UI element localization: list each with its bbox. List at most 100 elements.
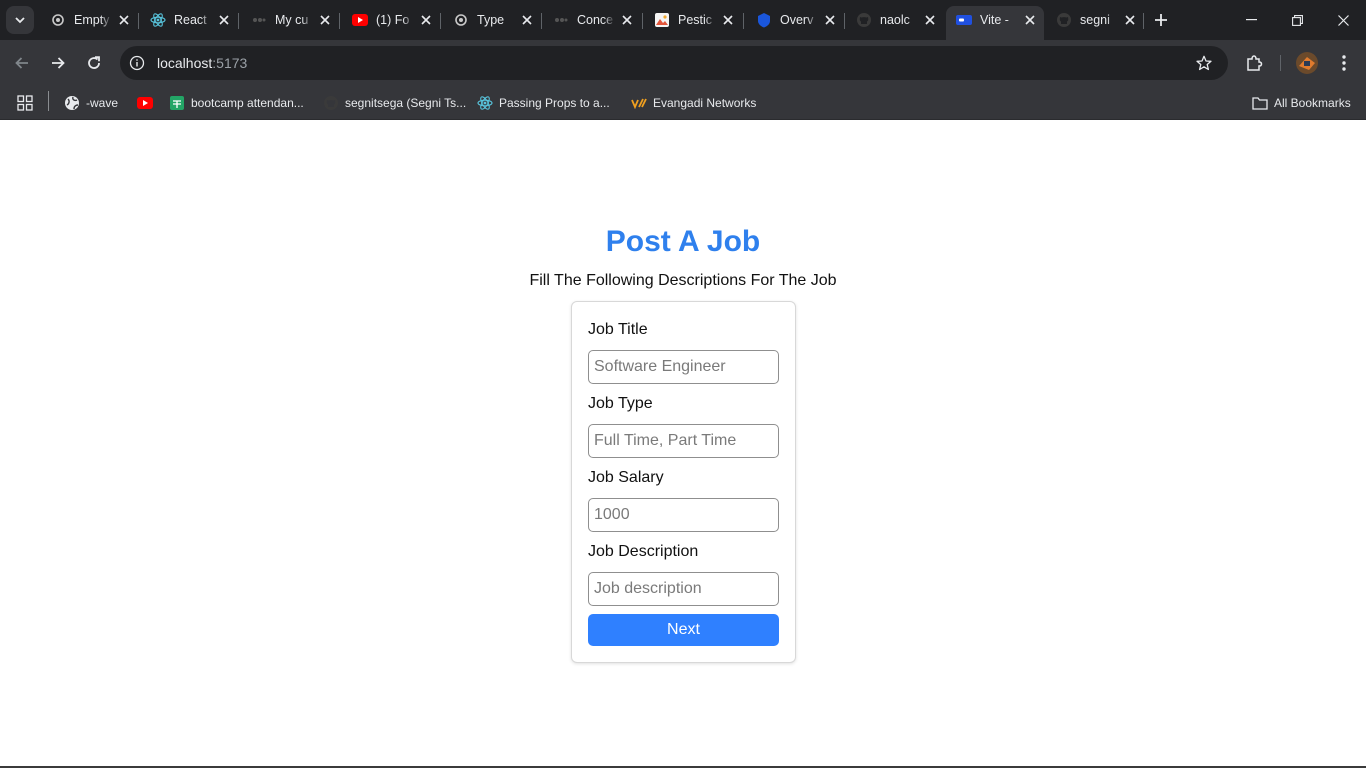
forward-button[interactable] [44,49,72,77]
browser-tab[interactable]: Conce [543,6,641,34]
close-icon[interactable] [720,12,736,28]
vite-icon [956,12,972,28]
reload-button[interactable] [80,49,108,77]
tab-label: (1) Fo [376,13,410,27]
tab-label: Conce [577,13,614,27]
close-icon[interactable] [116,12,132,28]
next-button[interactable]: Next [588,614,779,646]
site-info-icon[interactable] [125,51,149,75]
react-icon [150,12,166,28]
bookmark-item[interactable]: bootcamp attendan... [169,92,304,114]
page-title: Post A Job [605,225,761,258]
bookmark-label: segnitsega (Segni Ts... [345,96,467,110]
close-icon[interactable] [317,12,333,28]
extensions-button[interactable] [1240,49,1268,77]
browser-tab[interactable]: Pestic [644,6,742,34]
chevron-down-icon [15,17,25,24]
new-tab-button[interactable] [1150,9,1172,31]
close-icon[interactable] [216,12,232,28]
close-icon[interactable] [519,12,535,28]
browser-tab[interactable]: segni [1046,6,1144,34]
job-description-input[interactable] [588,572,779,606]
tab-label: Pestic [678,13,713,27]
url-port: :5173 [212,55,248,71]
browser-toolbar: localhost:5173 [0,40,1366,86]
arrow-left-icon [15,57,28,69]
close-icon[interactable] [619,12,635,28]
shield-icon [756,12,772,28]
restore-button[interactable] [1274,0,1320,40]
apps-button[interactable] [17,92,33,114]
youtube-icon [137,95,153,111]
bookmark-item[interactable] [137,92,159,114]
close-icon[interactable] [1122,12,1138,28]
close-window-button[interactable] [1320,0,1366,40]
browser-tab[interactable]: React [140,6,238,34]
tab-label: Empty [74,13,110,27]
url-host: localhost [157,55,213,71]
profile-button[interactable] [1293,49,1321,77]
close-icon[interactable] [1022,12,1038,28]
bookmark-label: -wave [86,96,119,110]
all-bookmarks-button[interactable]: All Bookmarks [1252,92,1351,114]
page-icon [251,12,267,28]
browser-tab-active[interactable]: Vite - [946,6,1044,40]
sheets-icon [169,95,185,111]
browser-tab[interactable]: Type [443,6,541,34]
url-text[interactable]: localhost:5173 [157,55,247,71]
tab-label: Type [477,13,505,27]
bookmark-label: Passing Props to a... [499,96,610,110]
avatar [1296,52,1318,74]
github-icon [856,12,872,28]
browser-tab[interactable]: (1) Fo [342,6,440,34]
reload-icon [88,56,100,69]
tab-search-button[interactable] [6,6,34,34]
close-icon[interactable] [418,12,434,28]
bookmark-star-icon[interactable] [1194,53,1214,73]
tab-label: My cu [275,13,309,27]
close-icon[interactable] [822,12,838,28]
bookmark-item[interactable]: Evangadi Networks [631,92,756,114]
browser-tab[interactable]: naolc [846,6,944,34]
bookmark-item[interactable]: Passing Props to a... [477,92,610,114]
react-icon [477,95,493,111]
openai-icon [453,12,469,28]
back-button[interactable] [8,49,36,77]
bookmarks-divider [48,91,49,111]
browser-tab[interactable]: Empty [40,6,138,34]
folder-icon [1252,95,1268,111]
browser-tab[interactable]: Overv [746,6,844,34]
minimize-button[interactable] [1228,0,1274,40]
address-bar[interactable]: localhost:5173 [120,46,1228,80]
close-icon [1337,14,1349,26]
tab-label: segni [1080,13,1110,27]
puzzle-icon [1247,55,1263,71]
minimize-icon [1245,19,1257,21]
job-title-label: Job Title [588,321,648,338]
close-icon[interactable] [922,12,938,28]
openai-icon [50,12,66,28]
tab-label: Vite - [980,13,1009,27]
tab-label: Overv [780,13,814,27]
tab-label: React [174,13,207,27]
job-salary-input[interactable] [588,498,779,532]
bookmarks-bar: -wave bootcamp attendan... segnitsega (S… [0,86,1366,120]
apps-grid-icon [17,95,33,111]
arrow-right-icon [52,57,65,69]
restore-icon [1291,14,1303,26]
page-content: Post A Job Fill The Following Descriptio… [0,121,1366,768]
menu-button[interactable] [1330,49,1358,77]
bookmark-item[interactable]: segnitsega (Segni Ts... [323,92,466,114]
bookmark-item[interactable]: -wave [64,92,118,114]
bookmark-label: bootcamp attendan... [191,96,304,110]
job-title-input[interactable] [588,350,779,384]
page-icon [553,12,569,28]
job-type-label: Job Type [588,395,653,412]
job-description-label: Job Description [588,543,699,560]
browser-tab[interactable]: My cu [241,6,339,34]
image-icon [654,12,670,28]
globe-icon [64,95,80,111]
bookmark-label: Evangadi Networks [653,96,757,110]
post-job-form: Job Title Job Type Job Salary Job Descri… [571,301,796,663]
job-type-input[interactable] [588,424,779,458]
